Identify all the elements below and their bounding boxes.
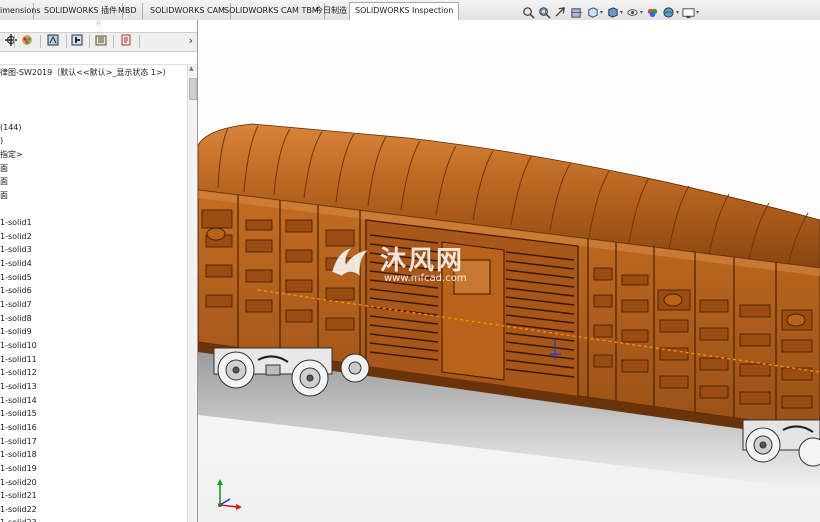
tree-item[interactable]: 1-solid9 xyxy=(0,325,32,338)
tree-item[interactable]: 1-solid22 xyxy=(0,503,37,516)
tab-solidworks-cam-tbm[interactable]: SOLIDWORKS CAM TBM xyxy=(219,3,325,19)
panel-collapse-handle[interactable]: ⁝⁝ xyxy=(0,20,197,28)
tree-item[interactable]: 1-solid4 xyxy=(0,257,32,270)
hide-show-icon[interactable] xyxy=(626,6,639,19)
view-settings-icon[interactable] xyxy=(682,6,695,19)
zoom-to-fit-icon[interactable] xyxy=(522,6,535,19)
tree-item[interactable]: 面 xyxy=(0,189,8,202)
tree-item[interactable]: 1-solid16 xyxy=(0,421,37,434)
chevron-right-icon[interactable]: › xyxy=(189,34,193,47)
chevron-down-icon[interactable]: ▾ xyxy=(600,9,603,16)
tree-item[interactable]: 1-solid2 xyxy=(0,230,32,243)
manager-tabs: › xyxy=(0,32,197,52)
tree-item[interactable]: 1-solid8 xyxy=(0,312,32,325)
tree-item[interactable]: 1-solid13 xyxy=(0,380,37,393)
tree-item[interactable]: 1-solid19 xyxy=(0,462,37,475)
tree-item[interactable]: 面 xyxy=(0,175,8,188)
zoom-area-icon[interactable] xyxy=(538,6,551,19)
tree-item[interactable]: 1-solid11 xyxy=(0,353,37,366)
feature-tree: 律图-SW2019（默认<<默认>_显示状态 1>） (144)) 指定> 面面面 1-… xyxy=(0,64,188,522)
graphics-viewport[interactable]: 沐风网 www.mfcad.com xyxy=(198,20,820,522)
tree-filter-bar[interactable] xyxy=(0,51,197,65)
tree-item[interactable]: 1-solid6 xyxy=(0,284,32,297)
previous-view-icon[interactable] xyxy=(554,6,567,19)
tree-item[interactable]: 1-solid17 xyxy=(0,435,37,448)
tree-item[interactable]: 指定> xyxy=(0,148,23,161)
tree-item[interactable]: (144) xyxy=(0,121,22,134)
edit-appearance-icon[interactable] xyxy=(646,6,659,19)
tab-mbd[interactable]: MBD xyxy=(113,3,143,19)
tree-item[interactable]: 面 xyxy=(0,162,8,175)
tree-item[interactable]: 1-solid7 xyxy=(0,298,32,311)
chevron-down-icon[interactable]: ▾ xyxy=(620,9,623,16)
tab-today-manufacture[interactable]: 今日制造 xyxy=(310,3,353,19)
tree-scrollbar[interactable]: ▲ xyxy=(187,64,197,522)
feature-manager-panel: ⁝⁝ › 律图-SW2019（默认<<默认>_显示状态 1>） (144)) 指定>… xyxy=(0,20,198,522)
tree-item[interactable]: 1-solid10 xyxy=(0,339,37,352)
heads-up-view-toolbar: ▾ ▾ ▾ ▾ ▾ xyxy=(522,4,699,20)
tree-item[interactable]: 1-solid5 xyxy=(0,271,32,284)
cam-toolpath-manager-icon[interactable] xyxy=(90,34,112,49)
apply-scene-icon[interactable] xyxy=(662,6,675,19)
chevron-down-icon[interactable]: ▾ xyxy=(640,9,643,16)
tab-solidworks-inspection[interactable]: SOLIDWORKS Inspection xyxy=(349,2,460,21)
chevron-down-icon[interactable]: ▾ xyxy=(696,9,699,16)
door-window xyxy=(453,259,491,295)
command-manager-tabs: imensions SOLIDWORKS 插件 MBD SOLIDWORKS C… xyxy=(0,0,820,21)
view-orientation-icon[interactable] xyxy=(586,6,599,19)
tree-item[interactable]: 1-solid15 xyxy=(0,407,37,420)
tab-dimensions[interactable]: imensions xyxy=(0,3,41,19)
tree-item[interactable]: 1-solid23 xyxy=(0,516,37,522)
cam-feature-manager-icon[interactable] xyxy=(42,34,64,49)
tree-item[interactable]: 1-solid12 xyxy=(0,366,37,379)
tree-item[interactable]: 律图-SW2019（默认<<默认>_显示状态 1>） xyxy=(0,66,171,79)
scroll-up-icon[interactable]: ▲ xyxy=(189,65,194,72)
tree-item[interactable]: 1-solid20 xyxy=(0,476,37,489)
chevron-down-icon[interactable]: ▾ xyxy=(676,9,679,16)
tree-item[interactable]: 1-solid1 xyxy=(0,216,32,229)
tree-item[interactable]: 1-solid21 xyxy=(0,489,37,502)
tree-item[interactable]: ) xyxy=(0,134,3,147)
boxcar-model[interactable] xyxy=(198,20,820,522)
scrollbar-thumb[interactable] xyxy=(189,78,197,100)
display-style-icon[interactable] xyxy=(606,6,619,19)
display-manager-icon[interactable] xyxy=(16,34,38,49)
section-view-icon[interactable] xyxy=(570,6,583,19)
reference-triad-icon[interactable] xyxy=(212,473,252,513)
tree-item[interactable]: 1-solid14 xyxy=(0,394,37,407)
tree-item[interactable]: 1-solid18 xyxy=(0,448,37,461)
cam-operation-manager-icon[interactable] xyxy=(66,34,88,49)
tree-item[interactable]: 1-solid3 xyxy=(0,243,32,256)
tab-solidworks-addins[interactable]: SOLIDWORKS 插件 xyxy=(39,3,123,19)
cam-tool-manager-icon[interactable] xyxy=(115,34,137,49)
